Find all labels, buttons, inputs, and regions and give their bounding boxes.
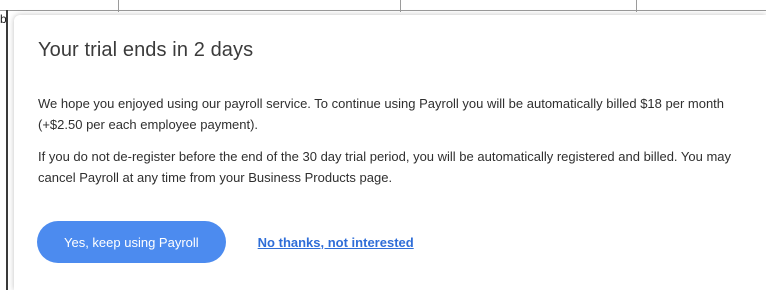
background-gridline xyxy=(636,0,637,12)
billing-info-text: We hope you enjoyed using our payroll se… xyxy=(38,96,725,132)
dialog-actions: Yes, keep using Payroll No thanks, not i… xyxy=(37,221,414,263)
keep-using-payroll-button[interactable]: Yes, keep using Payroll xyxy=(37,221,226,263)
background-gridline xyxy=(118,0,119,12)
trial-ending-dialog: Your trial ends in 2 days We hope you en… xyxy=(14,15,766,290)
dialog-body: We hope you enjoyed using our payroll se… xyxy=(38,93,750,199)
background-gridline xyxy=(0,10,766,11)
background-gridline xyxy=(400,0,401,12)
background-border xyxy=(6,10,8,290)
deregister-info-text: If you do not de-register before the end… xyxy=(38,149,732,185)
not-interested-link[interactable]: No thanks, not interested xyxy=(258,235,414,250)
dialog-title: Your trial ends in 2 days xyxy=(38,39,254,61)
